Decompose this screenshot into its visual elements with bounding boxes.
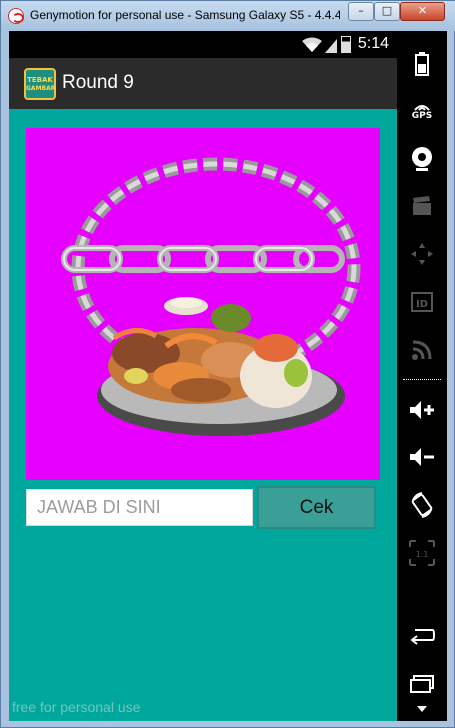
minimize-button[interactable]: –	[348, 2, 374, 21]
pixel-perfect-label: 1:1	[416, 550, 429, 559]
android-screen: 5:14 TEBAK GAMBAR Round 9 JAWAB DI SINI …	[9, 31, 397, 721]
check-button[interactable]: Cek	[257, 486, 376, 529]
emulator-sidebar: GPS ID 1:1	[397, 31, 447, 721]
window-titlebar[interactable]: Genymotion for personal use - Samsung Ga…	[1, 1, 455, 31]
battery-widget-button[interactable]	[402, 47, 442, 81]
id-label: ID	[415, 299, 429, 310]
genymotion-logo-icon	[8, 8, 24, 24]
app-logo-text-bottom: GAMBAR	[26, 85, 56, 92]
dpad-widget-button[interactable]	[402, 237, 442, 271]
id-icon: ID	[411, 292, 433, 312]
sidebar-separator	[403, 379, 441, 380]
webcam-icon	[412, 147, 432, 171]
volume-up-icon	[410, 401, 434, 419]
puzzle-image	[26, 128, 380, 480]
dpad-icon	[411, 243, 433, 265]
back-button[interactable]	[402, 619, 442, 653]
app-logo-text-top: TEBAK	[27, 76, 53, 84]
recent-apps-icon	[410, 675, 434, 693]
watermark-text: free for personal use	[12, 699, 141, 715]
recent-apps-button[interactable]	[402, 667, 442, 701]
gps-widget-button[interactable]: GPS	[402, 95, 442, 129]
close-button[interactable]: ✕	[400, 2, 445, 21]
action-bar: TEBAK GAMBAR Round 9	[9, 58, 397, 109]
scroll-down-arrow-icon	[417, 706, 427, 712]
rss-widget-button[interactable]	[402, 333, 442, 367]
clapperboard-icon	[413, 196, 431, 215]
signal-icon	[325, 39, 337, 53]
wifi-icon	[302, 37, 322, 52]
maximize-button[interactable]: □	[374, 2, 400, 21]
emulator-window: Genymotion for personal use - Samsung Ga…	[0, 0, 455, 728]
volume-down-button[interactable]	[402, 440, 442, 474]
status-bar: 5:14	[9, 31, 397, 58]
chain-and-seafood-illustration	[61, 157, 361, 436]
gps-label: GPS	[411, 111, 433, 121]
camera-widget-button[interactable]	[402, 142, 442, 176]
capture-widget-button[interactable]	[402, 189, 442, 223]
back-arrow-icon	[410, 629, 435, 645]
device-frame: 5:14 TEBAK GAMBAR Round 9 JAWAB DI SINI …	[9, 31, 447, 721]
gps-waves-icon	[414, 105, 430, 111]
pixel-perfect-button[interactable]: 1:1	[402, 536, 442, 570]
answer-input[interactable]: JAWAB DI SINI	[26, 489, 253, 526]
sidebar-scroll-down[interactable]	[402, 699, 442, 719]
app-logo-icon[interactable]: TEBAK GAMBAR	[24, 68, 56, 100]
battery-widget-icon	[415, 52, 429, 76]
rss-icon	[412, 340, 432, 360]
id-widget-button[interactable]: ID	[402, 285, 442, 319]
volume-down-icon	[410, 448, 434, 466]
battery-icon	[341, 36, 351, 53]
status-time: 5:14	[357, 35, 389, 52]
rotate-button[interactable]	[402, 488, 442, 522]
window-title: Genymotion for personal use - Samsung Ga…	[30, 8, 340, 22]
rotate-icon	[411, 492, 433, 518]
page-title: Round 9	[62, 72, 134, 93]
pixel-perfect-icon: 1:1	[409, 540, 435, 566]
volume-up-button[interactable]	[402, 393, 442, 427]
